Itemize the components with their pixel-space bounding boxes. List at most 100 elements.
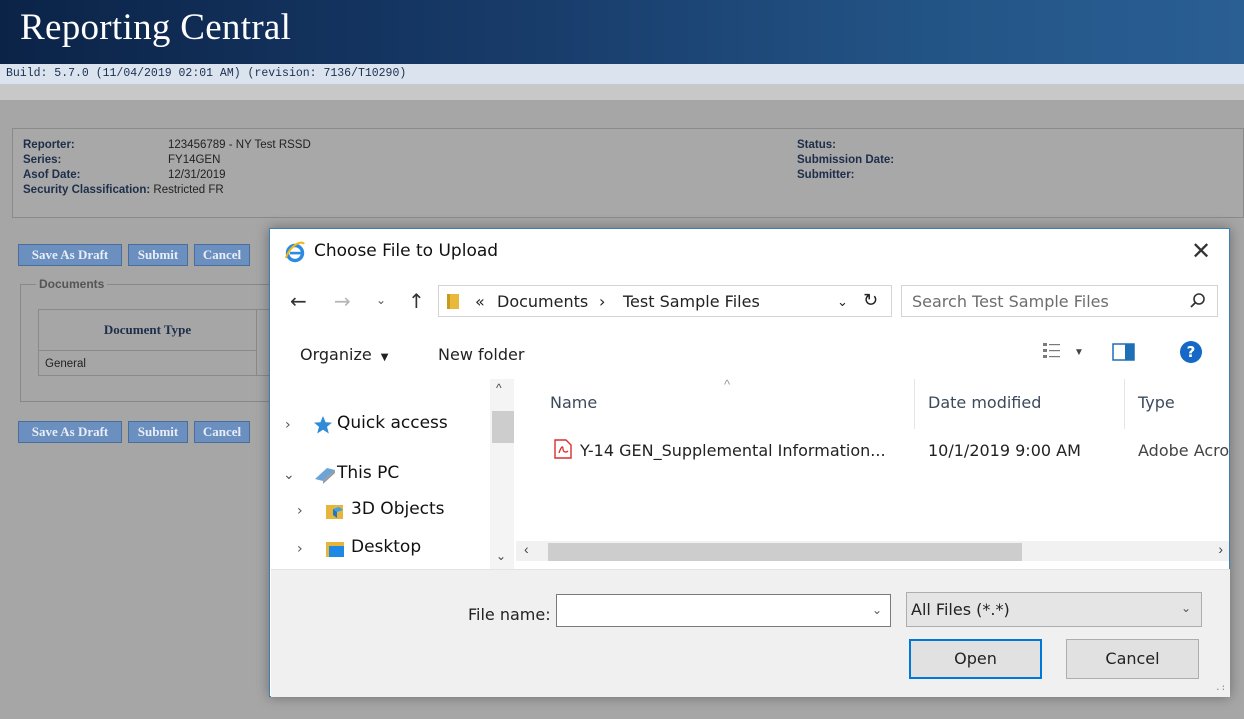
preview-pane-icon[interactable] xyxy=(1112,342,1136,362)
help-icon[interactable]: ? xyxy=(1179,340,1203,364)
scroll-up-icon[interactable]: ^ xyxy=(496,381,502,395)
submission-date-label: Submission Date: xyxy=(797,154,895,166)
build-info: Build: 5.7.0 (11/04/2019 02:01 AM) (revi… xyxy=(6,67,407,80)
cancel-button-bottom[interactable]: Cancel xyxy=(194,421,250,443)
expand-3d-objects-icon[interactable]: › xyxy=(297,503,303,519)
3d-objects-folder-icon xyxy=(326,505,343,519)
file-type-filter-select[interactable]: All Files (*.*) ⌄ xyxy=(906,592,1202,627)
file-name-label: File name: xyxy=(468,605,551,624)
document-row-general: General xyxy=(39,350,257,376)
organize-menu[interactable]: Organize ▼ xyxy=(300,345,388,364)
series-row: Series: FY14GEN xyxy=(23,154,220,166)
organize-label: Organize xyxy=(300,345,372,364)
file-type: Adobe Acro xyxy=(1138,441,1230,460)
column-type[interactable]: Type xyxy=(1138,393,1175,412)
submission-date-row: Submission Date: xyxy=(797,154,894,166)
address-bar[interactable]: « Documents › Test Sample Files ⌄ ↻ xyxy=(438,285,892,317)
nav-this-pc[interactable]: This PC xyxy=(337,463,399,483)
collapse-this-pc-icon[interactable]: ⌄ xyxy=(283,467,295,483)
quick-access-star-icon xyxy=(314,416,332,434)
file-name-combobox[interactable]: ⌄ xyxy=(556,594,891,627)
file-name: Y-14 GEN_Supplemental Information... xyxy=(580,441,886,460)
up-arrow-icon[interactable]: ↑ xyxy=(408,289,425,313)
nav-scroll-thumb[interactable] xyxy=(492,411,514,443)
column-separator xyxy=(914,379,915,429)
resize-grip-icon[interactable]: .: xyxy=(1215,683,1226,693)
navigation-pane: › Quick access ⌄ This PC › 3D Objects › … xyxy=(271,379,514,569)
security-value: Restricted FR xyxy=(153,184,224,196)
file-name-input[interactable] xyxy=(561,599,861,623)
series-value: FY14GEN xyxy=(168,154,221,166)
file-date: 10/1/2019 9:00 AM xyxy=(928,441,1081,460)
series-label: Series: xyxy=(23,154,62,166)
cancel-button-top[interactable]: Cancel xyxy=(194,244,250,266)
recent-locations-chevron-icon[interactable]: ⌄ xyxy=(376,293,386,307)
header-spacer xyxy=(0,84,1244,100)
status-row: Status: xyxy=(797,139,836,151)
view-options-icon[interactable] xyxy=(1042,341,1064,363)
reporter-row: Reporter: 123456789 - NY Test RSSD xyxy=(23,139,311,151)
asof-row: Asof Date: 12/31/2019 xyxy=(23,169,226,181)
address-dropdown-icon[interactable]: ⌄ xyxy=(837,295,848,310)
choose-file-dialog: Choose File to Upload ✕ ← → ⌄ ↑ « Docume… xyxy=(269,228,1230,697)
pdf-file-icon xyxy=(554,439,572,459)
reporter-value: 123456789 - NY Test RSSD xyxy=(168,139,311,151)
save-draft-button-bottom[interactable]: Save As Draft xyxy=(18,421,122,443)
submit-button-bottom[interactable]: Submit xyxy=(128,421,188,443)
open-button[interactable]: Open xyxy=(909,639,1042,679)
submitter-row: Submitter: xyxy=(797,169,855,181)
security-label: Security Classification: xyxy=(23,184,151,196)
nav-3d-objects[interactable]: 3D Objects xyxy=(351,499,445,519)
refresh-icon[interactable]: ↻ xyxy=(863,290,878,311)
folder-icon xyxy=(447,294,459,309)
documents-table: Document Type General xyxy=(38,309,270,376)
nav-quick-access[interactable]: Quick access xyxy=(337,413,448,433)
column-separator xyxy=(1124,379,1125,429)
new-folder-button[interactable]: New folder xyxy=(438,345,524,364)
cancel-button[interactable]: Cancel xyxy=(1066,639,1199,679)
expand-desktop-icon[interactable]: › xyxy=(297,541,303,557)
forward-arrow-icon[interactable]: → xyxy=(334,289,351,313)
desktop-folder-icon xyxy=(326,542,344,557)
back-arrow-icon[interactable]: ← xyxy=(290,289,307,313)
column-name[interactable]: Name xyxy=(550,393,597,412)
document-type-header: Document Type xyxy=(39,310,257,350)
search-icon[interactable] xyxy=(1189,292,1207,310)
nav-scrollbar[interactable]: ^ ⌄ xyxy=(490,379,514,569)
save-draft-button-top[interactable]: Save As Draft xyxy=(18,244,122,266)
breadcrumb-test-sample-files[interactable]: Test Sample Files xyxy=(623,292,760,311)
asof-label: Asof Date: xyxy=(23,169,81,181)
file-list-scroll-thumb[interactable] xyxy=(548,543,1022,561)
search-box[interactable] xyxy=(901,285,1218,317)
scroll-right-icon[interactable]: › xyxy=(1218,541,1223,557)
asof-value: 12/31/2019 xyxy=(168,169,226,181)
sort-indicator-icon: ^ xyxy=(724,377,731,392)
file-type-filter-value: All Files (*.*) xyxy=(911,600,1010,619)
reporter-label: Reporter: xyxy=(23,139,75,151)
build-bar: Build: 5.7.0 (11/04/2019 02:01 AM) (revi… xyxy=(0,64,1244,84)
documents-legend: Documents xyxy=(36,277,108,291)
breadcrumb-overflow[interactable]: « xyxy=(475,292,485,311)
app-header: Reporting Central xyxy=(0,0,1244,64)
breadcrumb-documents[interactable]: Documents xyxy=(497,292,588,311)
search-input[interactable] xyxy=(910,290,1180,312)
file-list-scrollbar[interactable]: ‹ › xyxy=(516,541,1229,561)
submitter-label: Submitter: xyxy=(797,169,855,181)
close-icon[interactable]: ✕ xyxy=(1189,237,1213,265)
expand-quick-access-icon[interactable]: › xyxy=(285,417,291,433)
report-info-panel: Reporter: 123456789 - NY Test RSSD Series… xyxy=(12,128,1244,218)
security-row: Security Classification: Restricted FR xyxy=(23,184,224,196)
file-name-dropdown-icon[interactable]: ⌄ xyxy=(872,603,882,617)
submit-button-top[interactable]: Submit xyxy=(128,244,188,266)
svg-text:?: ? xyxy=(1187,343,1196,361)
column-date-modified[interactable]: Date modified xyxy=(928,393,1041,412)
view-dropdown-icon[interactable]: ▼ xyxy=(1074,347,1084,358)
breadcrumb-separator-icon: › xyxy=(599,292,606,311)
status-label: Status: xyxy=(797,139,836,151)
nav-desktop[interactable]: Desktop xyxy=(351,537,421,557)
internet-explorer-icon xyxy=(285,241,305,263)
scroll-down-icon[interactable]: ⌄ xyxy=(496,549,506,563)
scroll-left-icon[interactable]: ‹ xyxy=(524,541,529,557)
dialog-title: Choose File to Upload xyxy=(314,241,499,261)
filter-dropdown-icon[interactable]: ⌄ xyxy=(1181,601,1191,615)
